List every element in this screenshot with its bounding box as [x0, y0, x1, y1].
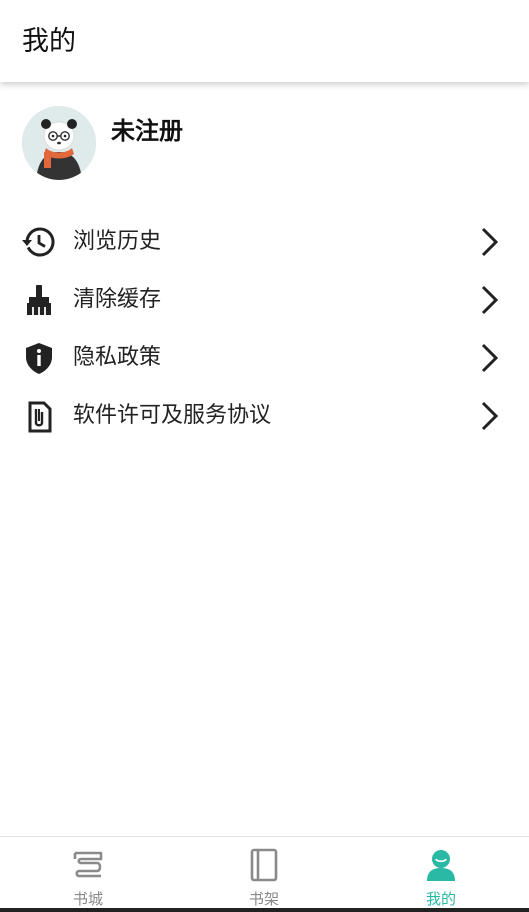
nav-tab-profile[interactable]: 我的 [353, 837, 529, 912]
shield-info-icon [26, 343, 52, 374]
profile-section[interactable]: 未注册 [0, 104, 529, 184]
nav-tab-bookstore[interactable]: 书城 [0, 837, 176, 912]
chevron-right-icon [481, 343, 499, 373]
app-root: 我的 未注册 浏览历史 清除缓存 隐私政策 软件许可及服务协议 书城 书架 我的 [0, 0, 529, 912]
nav-tab-label: 我的 [425, 890, 456, 908]
top-app-bar: 我的 [0, 0, 529, 82]
settings-menu: 浏览历史 清除缓存 隐私政策 软件许可及服务协议 [0, 213, 529, 445]
chevron-right-icon [481, 401, 499, 431]
page-title: 我的 [22, 26, 76, 57]
bookshelf-icon [250, 848, 278, 882]
nav-tab-label: 书城 [72, 890, 103, 908]
menu-item-license-agreement[interactable]: 软件许可及服务协议 [0, 387, 529, 445]
chevron-right-icon [481, 285, 499, 315]
history-icon [22, 227, 55, 257]
menu-item-privacy-policy[interactable]: 隐私政策 [0, 329, 529, 387]
chevron-right-icon [481, 227, 499, 257]
menu-item-clear-cache[interactable]: 清除缓存 [0, 271, 529, 329]
menu-item-label: 隐私政策 [73, 345, 162, 370]
paperclip-document-icon [28, 401, 52, 433]
nav-tab-bookshelf[interactable]: 书架 [176, 837, 352, 912]
username-label[interactable]: 未注册 [111, 114, 183, 148]
broom-icon [27, 285, 51, 315]
avatar[interactable] [22, 106, 96, 180]
menu-item-label: 清除缓存 [73, 287, 162, 312]
menu-item-label: 浏览历史 [73, 229, 162, 254]
bottom-navigation: 书城 书架 我的 [0, 836, 529, 912]
system-navigation-bar [0, 908, 529, 912]
bookstore-icon [73, 851, 103, 878]
panda-avatar-icon [22, 106, 96, 180]
menu-item-label: 软件许可及服务协议 [73, 403, 272, 428]
nav-tab-label: 书架 [248, 890, 279, 908]
profile-icon [427, 850, 455, 881]
menu-item-browse-history[interactable]: 浏览历史 [0, 213, 529, 271]
